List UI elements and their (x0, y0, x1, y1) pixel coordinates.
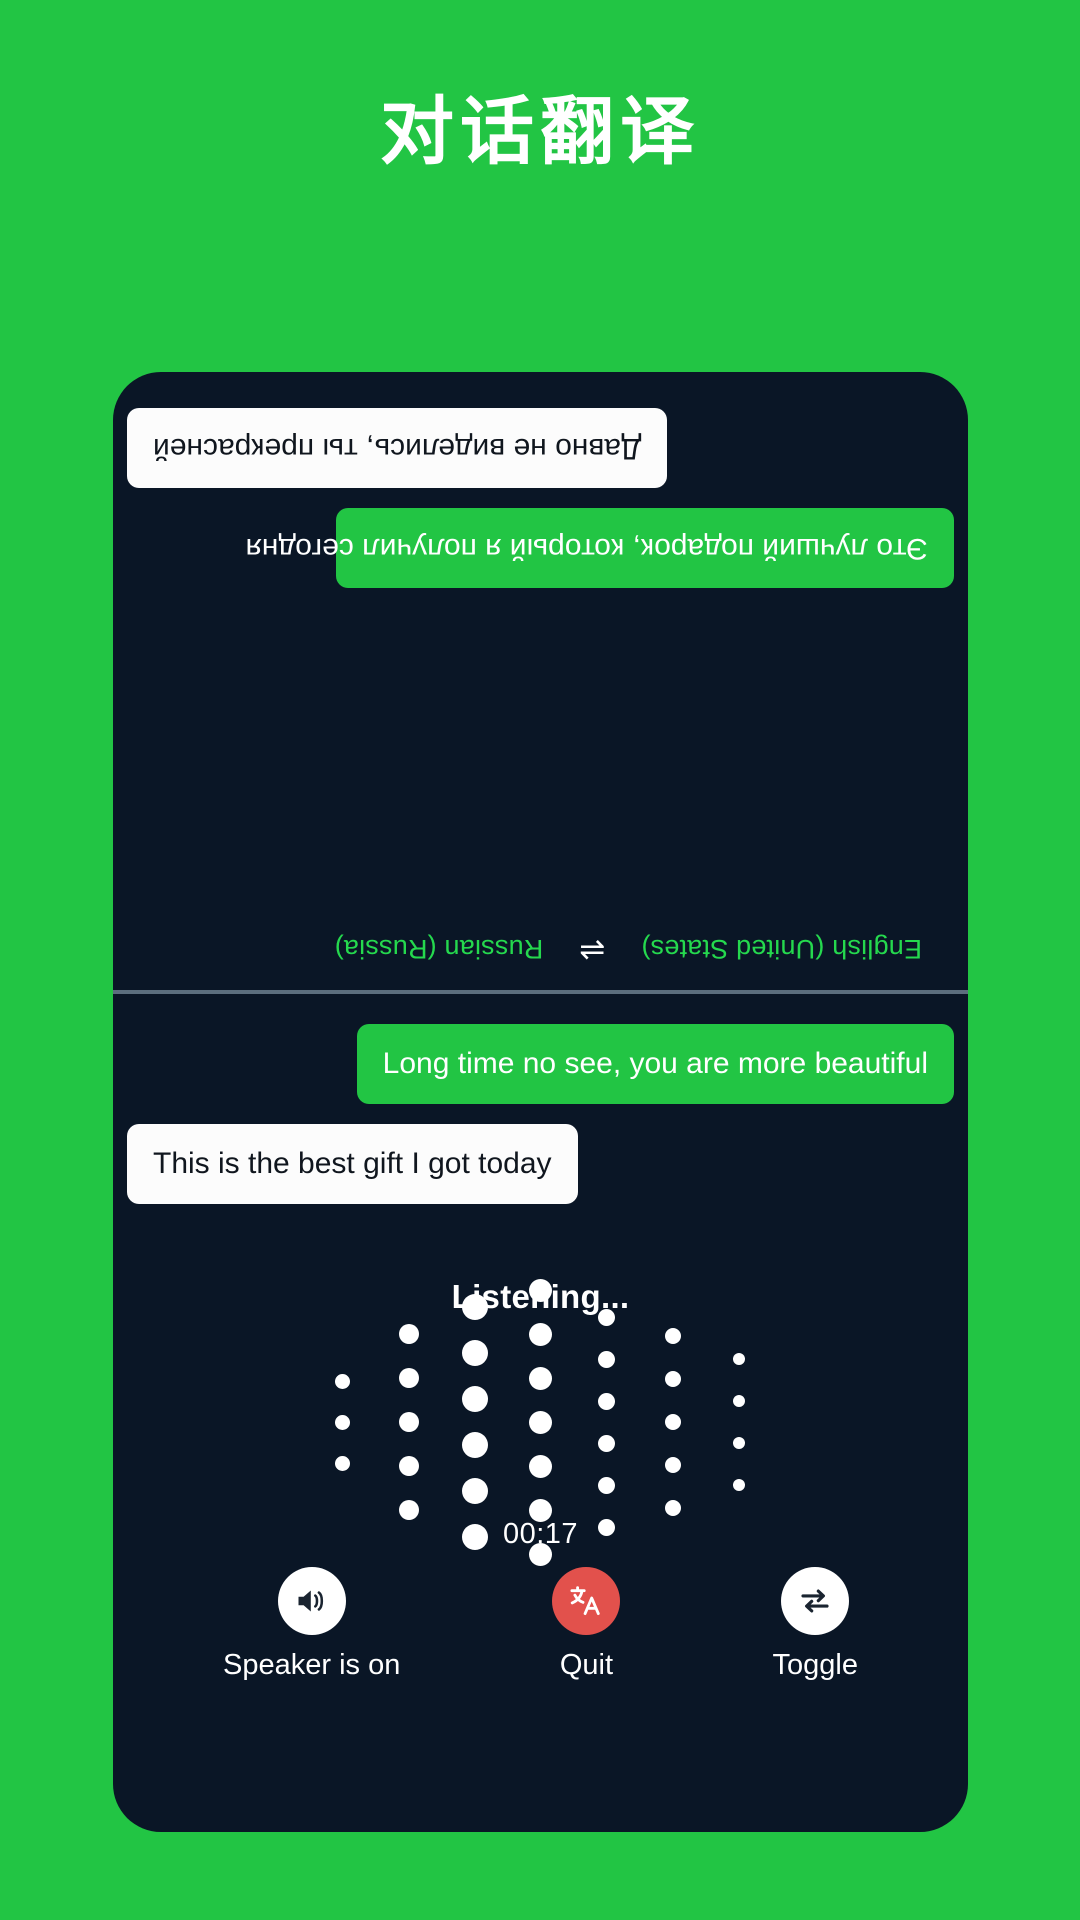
visualizer-dot (664, 1457, 681, 1473)
visualizer-dot (598, 1308, 615, 1326)
app-root: 对话翻译 English (United States) ⇌ Russian (… (0, 0, 1080, 1920)
visualizer-dot (461, 1340, 488, 1366)
local-message-list: Long time no see, you are more beautiful… (113, 994, 968, 1204)
visualizer-dot (664, 1414, 681, 1430)
source-language-selector[interactable]: English (United States) (641, 933, 922, 964)
target-language-selector[interactable]: Russian (Russia) (335, 933, 544, 964)
translate-icon (570, 1586, 601, 1616)
visualizer-dot (335, 1373, 350, 1389)
visualizer-dot (598, 1434, 615, 1452)
visualizer-column (310, 1373, 376, 1471)
visualizer-dot (529, 1322, 552, 1346)
swap-horizontal-icon[interactable]: ⇌ (579, 933, 605, 968)
message-bubble[interactable]: This is the best gift I got today (127, 1124, 578, 1204)
visualizer-column (442, 1294, 508, 1550)
visualizer-dot (461, 1478, 488, 1504)
speaker-button-circle[interactable] (277, 1567, 346, 1635)
visualizer-column (574, 1308, 640, 1536)
visualizer-dot (335, 1455, 350, 1471)
toggle-button[interactable]: Toggle (772, 1567, 858, 1682)
visualizer-dot (461, 1386, 488, 1412)
message-bubble[interactable]: Давно не виделись, ты прекрасней (127, 408, 668, 488)
visualizer-dot (398, 1324, 419, 1344)
visualizer-dot (732, 1395, 745, 1407)
toggle-button-label: Toggle (772, 1649, 858, 1681)
visualizer-dot (598, 1350, 615, 1368)
remote-message-list: Это лучший подарок, который я получил се… (113, 372, 968, 933)
visualizer-dot (529, 1410, 552, 1434)
visualizer-dot (529, 1278, 552, 1302)
audio-visualizer (113, 1278, 968, 1566)
phone-frame: English (United States) ⇌ Russian (Russi… (113, 372, 968, 1832)
visualizer-column (376, 1324, 442, 1520)
visualizer-dot (529, 1454, 552, 1478)
toggle-button-circle[interactable] (781, 1567, 850, 1635)
visualizer-dot (398, 1500, 419, 1520)
language-bar: English (United States) ⇌ Russian (Russi… (113, 933, 968, 990)
quit-button[interactable]: Quit (552, 1567, 621, 1682)
visualizer-dot (664, 1328, 681, 1344)
page-title: 对话翻译 (380, 90, 700, 173)
quit-button-label: Quit (559, 1649, 614, 1681)
visualizer-dot (461, 1432, 488, 1458)
message-row: Давно не виделись, ты прекрасней (127, 408, 954, 488)
visualizer-dot (664, 1500, 681, 1516)
bottom-controls: Speaker is on Quit Toggle (113, 1567, 968, 1682)
message-row: Long time no see, you are more beautiful (127, 1024, 954, 1104)
message-row: This is the best gift I got today (127, 1124, 954, 1204)
speaker-button[interactable]: Speaker is on (223, 1567, 400, 1682)
visualizer-dot (398, 1412, 419, 1432)
visualizer-dot (398, 1368, 419, 1388)
visualizer-dot (732, 1479, 745, 1491)
speaker-button-label: Speaker is on (223, 1649, 401, 1681)
visualizer-dot (335, 1414, 350, 1430)
visualizer-dot (529, 1366, 552, 1390)
message-bubble[interactable]: Это лучший подарок, который я получил се… (246, 508, 954, 588)
visualizer-dot (461, 1294, 488, 1320)
message-bubble[interactable]: Long time no see, you are more beautiful (356, 1024, 954, 1104)
local-speaker-pane: Long time no see, you are more beautiful… (113, 994, 968, 1832)
visualizer-column (640, 1328, 706, 1516)
speaker-on-icon (298, 1590, 323, 1612)
remote-speaker-pane: English (United States) ⇌ Russian (Russi… (113, 372, 968, 990)
visualizer-column (706, 1353, 772, 1491)
visualizer-dot (598, 1392, 615, 1410)
quit-button-circle[interactable] (552, 1567, 621, 1635)
visualizer-dot (664, 1371, 681, 1387)
visualizer-dot (732, 1437, 745, 1449)
recording-timer: 00:17 (502, 1518, 579, 1550)
swap-arrows-icon (801, 1589, 829, 1613)
visualizer-dot (398, 1456, 419, 1476)
visualizer-dot (598, 1476, 615, 1494)
visualizer-dot (732, 1353, 745, 1365)
message-row: Это лучший подарок, который я получил се… (127, 508, 954, 588)
